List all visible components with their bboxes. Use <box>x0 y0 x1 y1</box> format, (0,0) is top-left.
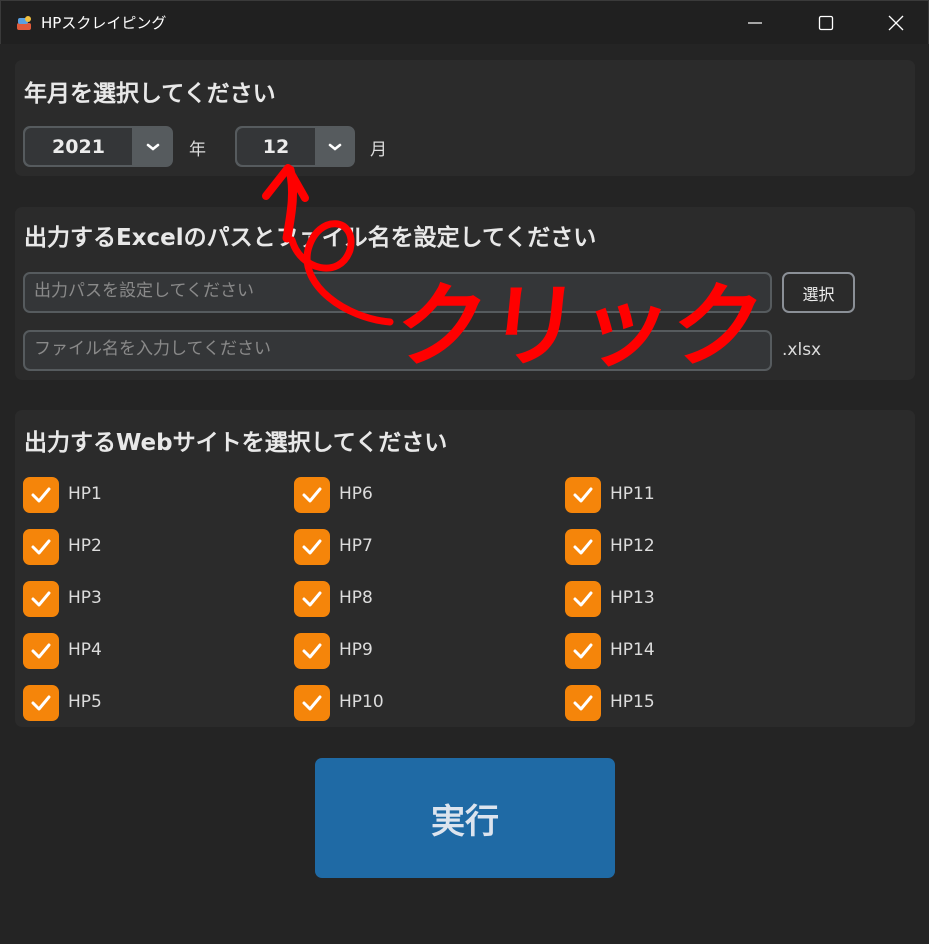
checkbox-label: HP1 <box>68 484 102 504</box>
filename-field[interactable] <box>23 330 772 371</box>
checkbox-label: HP9 <box>339 640 373 660</box>
title-bar: HPスクレイピング <box>0 0 929 44</box>
year-unit-label: 年 <box>189 140 206 160</box>
file-extension-label: .xlsx <box>782 340 822 360</box>
site-checkbox[interactable]: HP13 <box>565 581 815 617</box>
site-checkbox[interactable]: HP5 <box>23 685 273 721</box>
window-title: HPスクレイピング <box>41 14 167 32</box>
date-panel: 年月を選択してください 2021 年 12 月 <box>15 60 915 176</box>
month-dropdown-arrow[interactable] <box>315 126 355 167</box>
check-icon <box>302 539 322 555</box>
check-icon <box>302 591 322 607</box>
checkbox-label: HP6 <box>339 484 373 504</box>
year-value: 2021 <box>25 128 132 165</box>
output-path-field[interactable] <box>23 272 772 313</box>
checkbox-label: HP4 <box>68 640 102 660</box>
site-checkbox[interactable]: HP3 <box>23 581 273 617</box>
close-button[interactable] <box>861 1 929 45</box>
sites-heading: 出力するWebサイトを選択してください <box>24 430 448 456</box>
select-path-button[interactable]: 選択 <box>782 272 855 313</box>
checkbox-box[interactable] <box>23 685 59 721</box>
checkbox-box[interactable] <box>23 633 59 669</box>
check-icon <box>573 539 593 555</box>
checkbox-box[interactable] <box>23 581 59 617</box>
year-dropdown-arrow[interactable] <box>132 126 173 167</box>
site-checkbox[interactable]: HP4 <box>23 633 273 669</box>
check-icon <box>573 643 593 659</box>
checkbox-box[interactable] <box>294 633 330 669</box>
checkbox-label: HP8 <box>339 588 373 608</box>
run-button[interactable]: 実行 <box>315 758 615 878</box>
output-panel: 出力するExcelのパスとファイル名を設定してください 選択 .xlsx <box>15 207 915 380</box>
checkbox-label: HP2 <box>68 536 102 556</box>
checkbox-label: HP3 <box>68 588 102 608</box>
check-icon <box>302 695 322 711</box>
checkbox-box[interactable] <box>294 685 330 721</box>
checkbox-label: HP14 <box>610 640 655 660</box>
minimize-icon <box>748 22 762 24</box>
checkbox-box[interactable] <box>294 529 330 565</box>
check-icon <box>302 643 322 659</box>
checkbox-label: HP7 <box>339 536 373 556</box>
checkbox-label: HP13 <box>610 588 655 608</box>
checkbox-box[interactable] <box>565 633 601 669</box>
maximize-icon <box>818 15 834 31</box>
check-icon <box>31 591 51 607</box>
output-heading: 出力するExcelのパスとファイル名を設定してください <box>24 225 597 251</box>
month-dropdown[interactable]: 12 <box>235 126 355 167</box>
checkbox-box[interactable] <box>565 529 601 565</box>
check-icon <box>31 539 51 555</box>
site-checkbox[interactable]: HP14 <box>565 633 815 669</box>
checkbox-box[interactable] <box>565 477 601 513</box>
check-icon <box>31 643 51 659</box>
chevron-down-icon <box>328 143 342 151</box>
check-icon <box>573 591 593 607</box>
close-icon <box>888 15 904 31</box>
site-checkbox[interactable]: HP1 <box>23 477 273 513</box>
month-value: 12 <box>237 128 315 165</box>
checkbox-box[interactable] <box>23 529 59 565</box>
checkbox-label: HP15 <box>610 692 655 712</box>
month-unit-label: 月 <box>370 140 387 160</box>
maximize-button[interactable] <box>791 1 861 45</box>
date-heading: 年月を選択してください <box>24 81 276 107</box>
checkbox-box[interactable] <box>23 477 59 513</box>
site-checkbox[interactable]: HP2 <box>23 529 273 565</box>
year-dropdown[interactable]: 2021 <box>23 126 173 167</box>
checkbox-label: HP11 <box>610 484 655 504</box>
checkbox-label: HP5 <box>68 692 102 712</box>
site-checkbox[interactable]: HP12 <box>565 529 815 565</box>
check-icon <box>31 487 51 503</box>
checkbox-label: HP12 <box>610 536 655 556</box>
chevron-down-icon <box>146 143 159 151</box>
site-checkbox[interactable]: HP11 <box>565 477 815 513</box>
site-checkbox[interactable]: HP10 <box>294 685 544 721</box>
checkbox-box[interactable] <box>294 477 330 513</box>
check-icon <box>302 487 322 503</box>
site-checkbox[interactable]: HP9 <box>294 633 544 669</box>
filename-input[interactable] <box>25 332 770 369</box>
check-icon <box>31 695 51 711</box>
output-path-input[interactable] <box>25 274 770 311</box>
checkbox-box[interactable] <box>565 685 601 721</box>
site-checkbox[interactable]: HP8 <box>294 581 544 617</box>
checkbox-box[interactable] <box>565 581 601 617</box>
minimize-button[interactable] <box>720 1 790 45</box>
check-icon <box>573 695 593 711</box>
app-icon <box>17 16 31 30</box>
checkbox-label: HP10 <box>339 692 384 712</box>
checkbox-box[interactable] <box>294 581 330 617</box>
site-checkbox[interactable]: HP6 <box>294 477 544 513</box>
sites-panel: 出力するWebサイトを選択してください HP1 HP2 HP3 HP4 HP5 HP6 HP… <box>15 410 915 727</box>
site-checkbox[interactable]: HP15 <box>565 685 815 721</box>
site-checkbox[interactable]: HP7 <box>294 529 544 565</box>
check-icon <box>573 487 593 503</box>
